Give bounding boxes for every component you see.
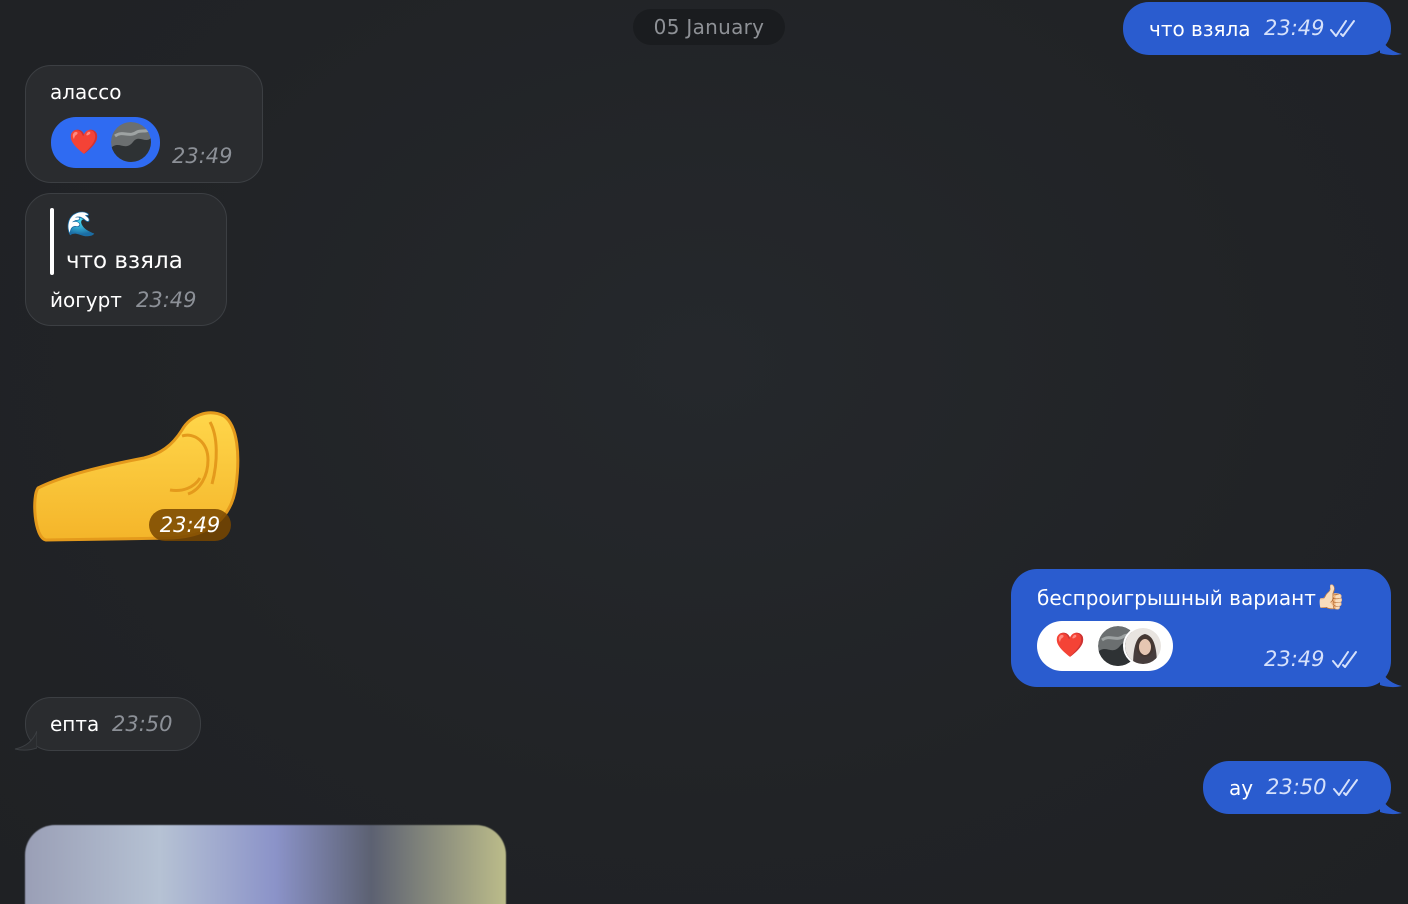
message-time: 23:49 — [172, 144, 233, 168]
message-bubble-outgoing[interactable]: беспроигрышный вариант👍🏻 ❤️ 23:49 — [1011, 569, 1391, 687]
thumbs-up-icon: 👍🏻 — [1315, 583, 1346, 611]
message-text: йогурт — [50, 288, 122, 312]
heart-icon: ❤️ — [1055, 631, 1085, 659]
message-time: 23:50 — [112, 712, 173, 736]
avatar — [111, 122, 151, 162]
message-text: алассо — [50, 80, 122, 104]
message-bubble-incoming[interactable]: епта 23:50 — [25, 697, 201, 751]
read-ticks-icon — [1333, 779, 1358, 796]
message-time: 23:50 — [1266, 775, 1327, 799]
message-bubble-incoming[interactable]: 🌊 что взяла йогурт 23:49 — [25, 193, 227, 326]
read-ticks-icon — [1330, 20, 1355, 37]
reaction-pill[interactable]: ❤️ — [51, 117, 160, 168]
bubble-tail — [14, 731, 37, 751]
message-time: 23:49 — [1264, 647, 1325, 671]
read-ticks-icon — [1332, 651, 1357, 668]
sticker-time: 23:49 — [149, 509, 231, 541]
chat-area: 05 January что взяла 23:49 алассо ❤️ 23:… — [0, 0, 1408, 904]
message-time: 23:49 — [136, 288, 197, 312]
heart-icon: ❤️ — [69, 128, 99, 156]
message-time: 23:49 — [1264, 16, 1325, 40]
bubble-tail — [1380, 795, 1402, 815]
quote-bar — [50, 208, 54, 275]
photo-message[interactable] — [25, 825, 506, 904]
date-separator: 05 January — [633, 9, 785, 45]
bubble-tail — [1380, 36, 1402, 56]
message-bubble-outgoing[interactable]: ау 23:50 — [1203, 761, 1391, 814]
message-bubble-incoming[interactable]: алассо ❤️ 23:49 — [25, 65, 263, 183]
reaction-pill[interactable]: ❤️ — [1037, 621, 1173, 671]
quote-text: что взяла — [66, 248, 183, 274]
message-text: беспроигрышный вариант👍🏻 — [1037, 583, 1346, 611]
message-text: что взяла — [1149, 17, 1251, 41]
message-text: ау — [1229, 776, 1254, 800]
message-bubble-outgoing[interactable]: что взяла 23:49 — [1123, 2, 1391, 55]
wave-icon: 🌊 — [66, 210, 96, 238]
bubble-tail — [1380, 668, 1402, 688]
message-text: епта — [50, 712, 100, 736]
avatar — [1123, 626, 1163, 666]
